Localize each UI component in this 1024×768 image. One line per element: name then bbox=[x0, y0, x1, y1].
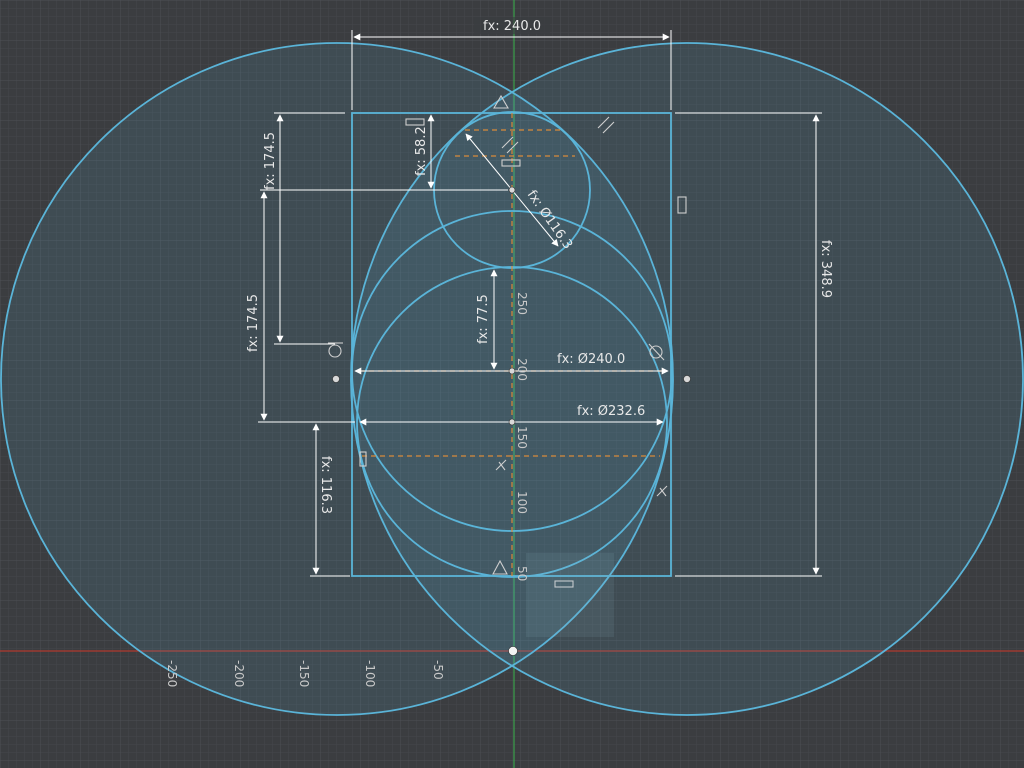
origin-point bbox=[508, 646, 518, 656]
dim-big-circle-diameter[interactable]: fx: Ø240.0 bbox=[557, 352, 625, 367]
x-tick-label: -100 bbox=[363, 660, 377, 687]
y-tick-label: 200 bbox=[515, 358, 529, 381]
x-tick-label: -150 bbox=[297, 660, 311, 687]
right-center-point bbox=[683, 375, 691, 383]
mid-circle-center bbox=[508, 418, 516, 426]
y-tick-label: 150 bbox=[515, 426, 529, 449]
y-tick-label: 100 bbox=[515, 491, 529, 514]
x-tick-label: -200 bbox=[232, 660, 246, 687]
small-circle-center bbox=[508, 186, 516, 194]
dim-left-upper-height[interactable]: fx: 174.5 bbox=[263, 132, 278, 190]
x-tick-label: -50 bbox=[431, 660, 445, 680]
sketch-canvas[interactable]: fx: 240.0 fx: 348.9 fx: 174.5 fx: 174.5 … bbox=[0, 0, 1024, 768]
left-center-point bbox=[332, 375, 340, 383]
y-tick-label: 250 bbox=[515, 292, 529, 315]
dim-center-offset[interactable]: fx: 77.5 bbox=[476, 294, 491, 344]
dim-right-height[interactable]: fx: 348.9 bbox=[818, 240, 833, 298]
dim-bottom-offset[interactable]: fx: 116.3 bbox=[318, 456, 333, 514]
dim-left-lower-height[interactable]: fx: 174.5 bbox=[246, 294, 261, 352]
sketch-viewport[interactable]: fx: 240.0 fx: 348.9 fx: 174.5 fx: 174.5 … bbox=[0, 0, 1024, 768]
dim-top-width[interactable]: fx: 240.0 bbox=[483, 19, 541, 34]
dim-small-circle-offset[interactable]: fx: 58.2 bbox=[414, 126, 429, 176]
x-tick-label: -250 bbox=[165, 660, 179, 687]
selection-highlight bbox=[526, 553, 614, 637]
big-circle-center bbox=[508, 367, 516, 375]
dim-mid-circle-diameter[interactable]: fx: Ø232.6 bbox=[577, 404, 645, 419]
